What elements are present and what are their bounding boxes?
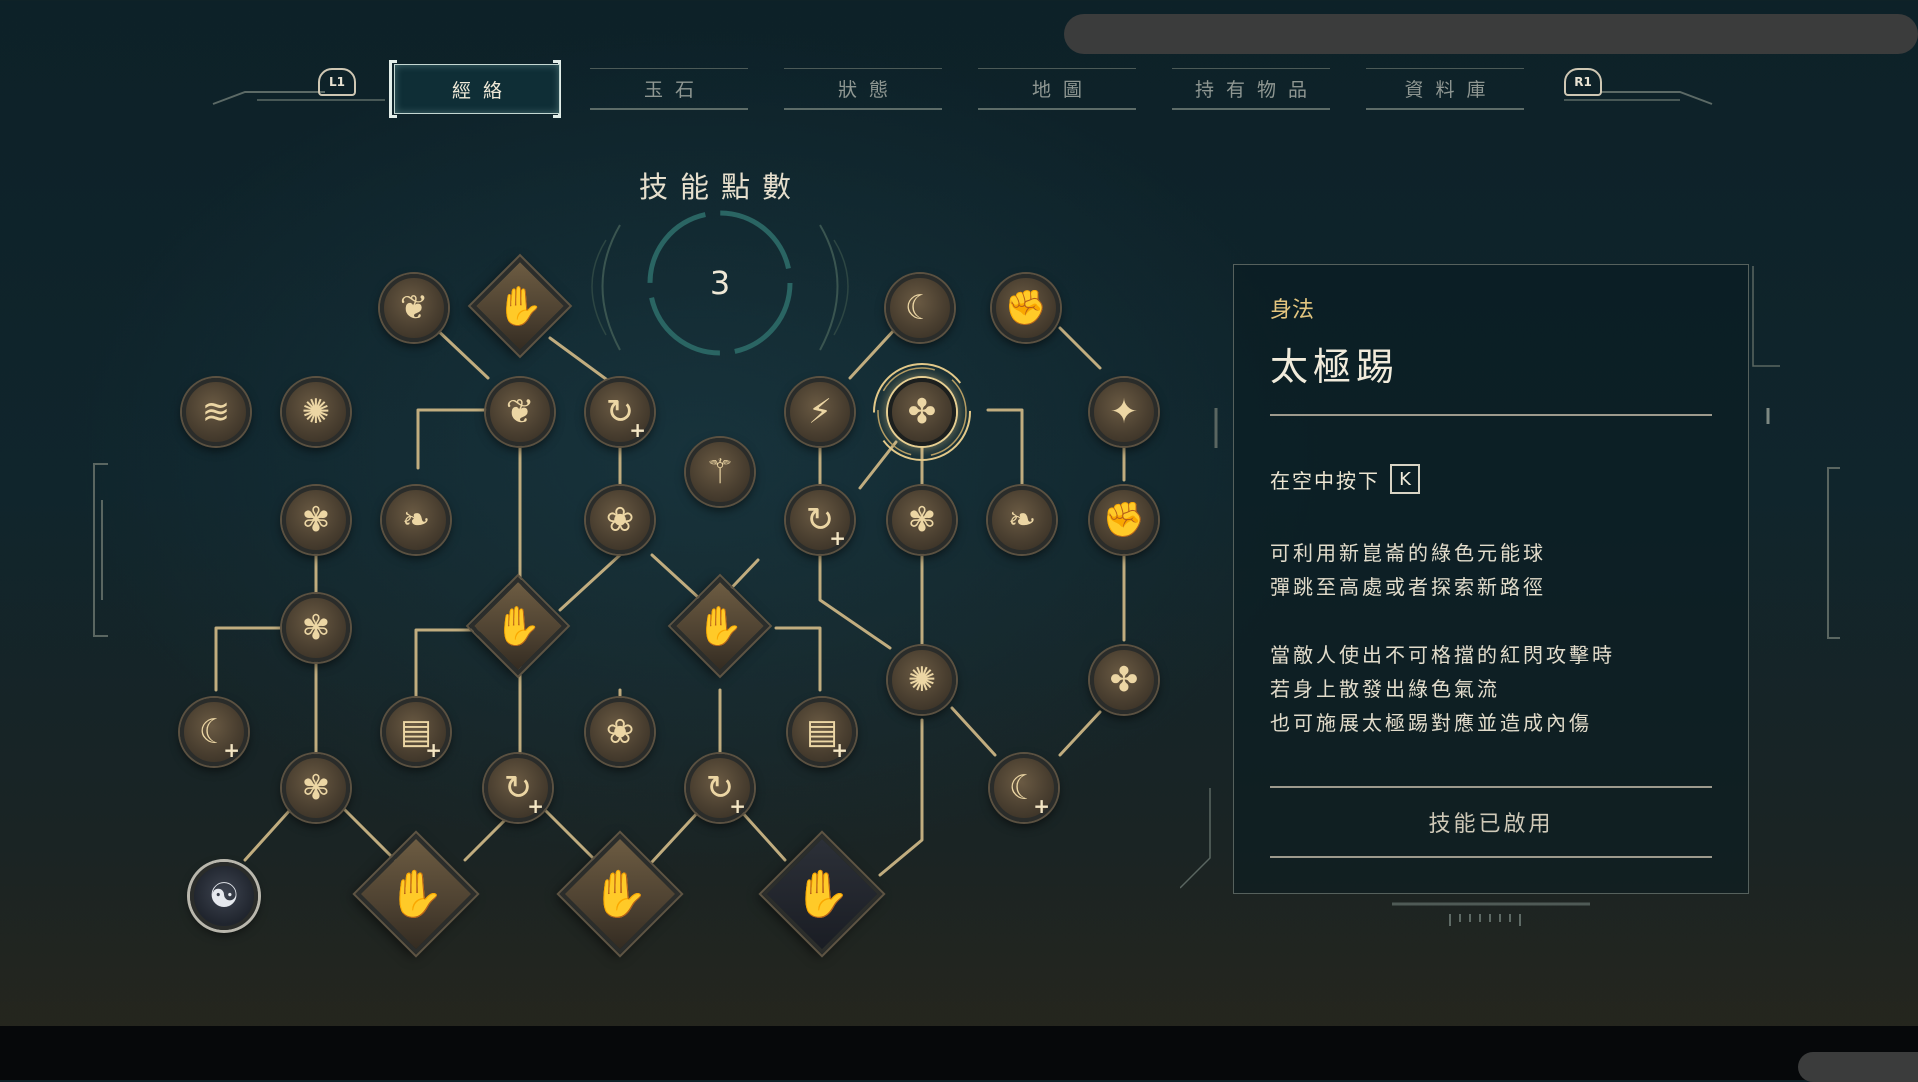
upgrade-plus-icon: + <box>527 794 544 818</box>
bird-strike-icon: ❧ <box>401 500 431 540</box>
skill-node-kick-strike[interactable]: ✺ <box>282 378 350 446</box>
description-line: 彈跳至高處或者探索新路徑 <box>1270 575 1546 599</box>
spin-kick-icon: ✾ <box>907 500 937 540</box>
divider <box>1270 856 1712 858</box>
skill-node-wind-slash[interactable]: ❦ <box>486 378 554 446</box>
wind-slash-icon: ❦ <box>505 392 535 432</box>
flower-spin-icon: ✾ <box>301 768 331 808</box>
whirl-kick-icon: ✺ <box>907 660 937 700</box>
wind-dash-icon: ≋ <box>201 392 231 432</box>
white-flame-palm-icon: ✋ <box>793 867 851 921</box>
skill-node-wind-dash[interactable]: ≋ <box>182 378 250 446</box>
skill-node-fist-strike[interactable]: ✊ <box>992 274 1060 342</box>
upgrade-plus-icon: + <box>223 738 240 762</box>
skill-node-crescent-plus-2[interactable]: ☾ + <box>990 754 1058 822</box>
upgrade-plus-icon: + <box>1033 794 1050 818</box>
skill-node-bird-strike[interactable]: ❧ <box>382 486 450 554</box>
flower-strike-icon: ✾ <box>301 608 331 648</box>
skill-node-spin-kick[interactable]: ✾ <box>888 486 956 554</box>
skill-node-flower-strike[interactable]: ✾ <box>282 594 350 662</box>
taiji-kick-icon: ✤ <box>907 392 937 432</box>
wind-glide-icon: ❦ <box>399 288 429 328</box>
skill-node-cycle-plus-4[interactable]: ↻ + <box>686 754 754 822</box>
skill-node-cycle-plus-2[interactable]: ↻ + <box>786 486 854 554</box>
skill-node-flower-spin[interactable]: ✾ <box>282 754 350 822</box>
bottom-overlay-pill <box>1798 1052 1918 1082</box>
keycap-k: K <box>1390 464 1420 494</box>
skill-node-wind-glide[interactable]: ❦ <box>380 274 448 342</box>
skill-category: 身法 <box>1270 298 1315 323</box>
skill-node-crescent-plus[interactable]: ☾ + <box>180 698 248 766</box>
skill-node-low-kick[interactable]: ❧ <box>988 486 1056 554</box>
flower-burst-icon: ✾ <box>301 500 331 540</box>
yin-yang-swirl-icon: ☯ <box>208 876 240 916</box>
skill-node-talisman-plus[interactable]: ▤ + <box>382 698 450 766</box>
divider <box>1270 786 1712 788</box>
skill-description-1: 可利用新崑崙的綠色元能球 彈跳至高處或者探索新路徑 <box>1270 536 1546 604</box>
upgrade-plus-icon: + <box>629 418 646 442</box>
fire-palm-icon: ✋ <box>496 283 544 328</box>
palm-flame-icon: ✋ <box>696 603 744 648</box>
skill-node-cycle-plus[interactable]: ↻ + <box>586 378 654 446</box>
skill-node-split-kick[interactable]: ✤ <box>1090 646 1158 714</box>
skill-node-lotus-bloom[interactable]: ❀ <box>586 698 654 766</box>
low-kick-icon: ❧ <box>1007 500 1037 540</box>
lotus-bloom-icon: ❀ <box>605 712 635 752</box>
wave-fist-icon: ✊ <box>1102 500 1146 540</box>
upgrade-plus-icon: + <box>831 738 848 762</box>
description-line: 若身上散發出綠色氣流 <box>1270 677 1500 701</box>
skill-node-crescent-kick[interactable]: ☾ <box>886 274 954 342</box>
kick-strike-icon: ✺ <box>301 392 331 432</box>
palm-flame-icon: ✋ <box>591 867 649 921</box>
skill-node-sweep-kick[interactable]: ✦ <box>1090 378 1158 446</box>
lotus-icon: ❀ <box>605 500 635 540</box>
bottom-bar <box>0 1026 1918 1080</box>
palm-mushroom-icon: ✋ <box>387 867 445 921</box>
skill-node-yin-yang-swirl[interactable]: ☯ <box>190 862 258 930</box>
skill-node-lotus[interactable]: ❀ <box>586 486 654 554</box>
skill-node-whirl-kick[interactable]: ✺ <box>888 646 956 714</box>
upgrade-plus-icon: + <box>425 738 442 762</box>
skill-input-hint: 在空中按下 K <box>1270 464 1420 494</box>
lightning-fist-icon: ⚡ <box>808 392 832 432</box>
split-kick-icon: ✤ <box>1109 660 1139 700</box>
skill-node-taiji-kick[interactable]: ✤ <box>888 378 956 446</box>
input-hint-text: 在空中按下 <box>1270 468 1380 493</box>
skill-title: 太極踢 <box>1270 345 1400 389</box>
fist-strike-icon: ✊ <box>1004 288 1048 328</box>
upgrade-plus-icon: + <box>829 526 846 550</box>
description-line: 也可施展太極踢對應並造成內傷 <box>1270 711 1592 735</box>
skill-status: 技能已啟用 <box>1428 812 1554 837</box>
palm-mushroom-icon: ✋ <box>494 603 542 648</box>
skill-description-2: 當敵人使出不可格擋的紅閃攻擊時 若身上散發出綠色氣流 也可施展太極踢對應並造成內… <box>1270 638 1615 740</box>
skill-node-talisman-plus-2[interactable]: ▤ + <box>788 698 856 766</box>
upgrade-plus-icon: + <box>729 794 746 818</box>
description-line: 當敵人使出不可格擋的紅閃攻擊時 <box>1270 643 1615 667</box>
skill-node-cycle-plus-3[interactable]: ↻ + <box>484 754 552 822</box>
spiral-step-icon: ⚚ <box>704 452 736 492</box>
left-edge-ornament <box>93 463 108 637</box>
sweep-kick-icon: ✦ <box>1109 392 1139 432</box>
divider <box>1270 414 1712 416</box>
description-line: 可利用新崑崙的綠色元能球 <box>1270 541 1546 565</box>
skill-node-lightning-fist[interactable]: ⚡ <box>786 378 854 446</box>
skill-node-spiral-step[interactable]: ⚚ <box>686 438 754 506</box>
crescent-kick-icon: ☾ <box>904 288 936 328</box>
skill-node-flower-burst[interactable]: ✾ <box>282 486 350 554</box>
skill-node-wave-fist[interactable]: ✊ <box>1090 486 1158 554</box>
